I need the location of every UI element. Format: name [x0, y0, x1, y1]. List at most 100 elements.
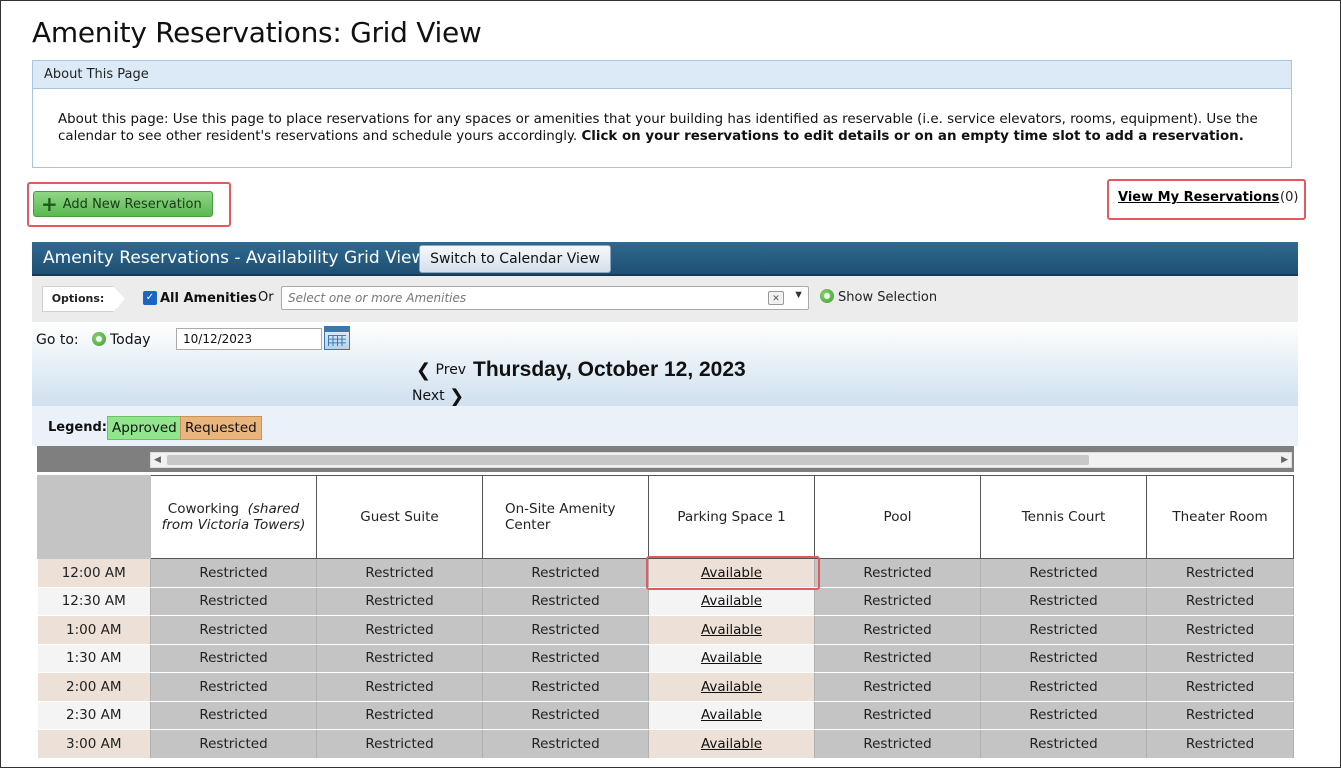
column-header-tennis-court: Tennis Court — [980, 475, 1147, 559]
column-header-amenity-center: On-Site Amenity Center — [482, 475, 649, 559]
available-slot[interactable]: Available — [648, 644, 815, 673]
today-button[interactable]: Today — [92, 332, 151, 348]
restricted-slot: Restricted — [150, 587, 317, 616]
about-header: About This Page — [33, 61, 1291, 89]
table-row: 2:00 AM Restricted Restricted Restricted Ava… — [37, 672, 1294, 702]
legend-approved: Approved — [107, 416, 182, 440]
restricted-slot: Restricted — [980, 615, 1147, 645]
time-slot-label: 1:30 AM — [37, 644, 151, 673]
restricted-slot: Restricted — [482, 644, 649, 673]
available-slot[interactable]: Available — [648, 587, 815, 616]
grid-header-bar: Amenity Reservations - Availability Grid… — [32, 242, 1298, 276]
time-slot-label: 1:00 AM — [37, 615, 151, 645]
time-slot-label: 2:30 AM — [37, 701, 151, 730]
calendar-icon[interactable] — [324, 326, 350, 350]
time-slot-label: 2:00 AM — [37, 672, 151, 702]
available-link[interactable]: Available — [701, 565, 762, 581]
available-slot[interactable]: Available — [648, 558, 815, 588]
restricted-slot: Restricted — [150, 701, 317, 730]
scroll-right-arrow-icon[interactable]: ▶ — [1281, 454, 1288, 465]
available-slot[interactable]: Available — [648, 615, 815, 645]
restricted-slot: Restricted — [482, 615, 649, 645]
restricted-slot: Restricted — [980, 701, 1147, 730]
restricted-slot: Restricted — [150, 558, 317, 588]
options-bar: Options: ✓ All Amenities Or Select one o… — [32, 276, 1298, 322]
table-row: 2:30 AM Restricted Restricted Restricted Ava… — [37, 701, 1294, 730]
switch-to-calendar-button[interactable]: Switch to Calendar View — [419, 245, 611, 273]
refresh-icon — [92, 332, 106, 346]
availability-grid: Coworking (shared from Victoria Towers) … — [37, 475, 1294, 759]
restricted-slot: Restricted — [1146, 558, 1294, 588]
show-selection-button[interactable]: Show Selection — [820, 289, 937, 305]
goto-label: Go to: — [36, 332, 79, 348]
available-link[interactable]: Available — [701, 650, 762, 666]
next-day-button[interactable]: Next ❯ — [412, 386, 464, 407]
prev-label: Prev — [435, 362, 467, 378]
available-slot[interactable]: Available — [648, 729, 815, 759]
refresh-icon — [820, 289, 834, 303]
legend-label: Legend: — [48, 420, 107, 435]
restricted-slot: Restricted — [482, 701, 649, 730]
time-slot-label: 3:00 AM — [37, 729, 151, 759]
scrollbar-thumb[interactable] — [167, 455, 1089, 465]
grid-scroll-band: ◀ ▶ — [37, 446, 1294, 472]
restricted-slot: Restricted — [814, 701, 981, 730]
plus-icon: + — [41, 192, 58, 216]
available-link[interactable]: Available — [701, 679, 762, 695]
restricted-slot: Restricted — [1146, 701, 1294, 730]
restricted-slot: Restricted — [814, 615, 981, 645]
page-title: Amenity Reservations: Grid View — [32, 16, 482, 49]
clear-selection-icon[interactable]: ✕ — [768, 291, 784, 305]
horizontal-scrollbar[interactable]: ◀ ▶ — [150, 452, 1292, 468]
time-slot-label: 12:00 AM — [37, 558, 151, 588]
available-link[interactable]: Available — [701, 707, 762, 723]
options-tag: Options: — [42, 286, 125, 312]
restricted-slot: Restricted — [1146, 615, 1294, 645]
column-header-guest-suite: Guest Suite — [316, 475, 483, 559]
show-selection-label: Show Selection — [838, 290, 938, 305]
amenities-multiselect[interactable]: Select one or more Amenities ✕ ▼ — [281, 286, 809, 310]
about-text: About this page: Use this page to place … — [58, 111, 1268, 145]
date-input[interactable]: 10/12/2023 — [176, 328, 322, 350]
available-slot[interactable]: Available — [648, 672, 815, 702]
restricted-slot: Restricted — [316, 672, 483, 702]
grid-title: Amenity Reservations - Availability Grid… — [43, 248, 426, 268]
restricted-slot: Restricted — [980, 672, 1147, 702]
table-row: 1:00 AM Restricted Restricted Restricted Ava… — [37, 615, 1294, 645]
restricted-slot: Restricted — [316, 729, 483, 759]
restricted-slot: Restricted — [1146, 587, 1294, 616]
add-new-reservation-label: Add New Reservation — [62, 196, 202, 212]
next-label: Next — [412, 388, 445, 404]
column-header-parking-space-1: Parking Space 1 — [648, 475, 815, 559]
restricted-slot: Restricted — [1146, 729, 1294, 759]
restricted-slot: Restricted — [1146, 644, 1294, 673]
legend: Legend: Approved Requested — [32, 406, 1298, 446]
add-new-reservation-button[interactable]: + Add New Reservation — [33, 191, 213, 217]
view-my-reservations-link[interactable]: View My Reservations — [1118, 190, 1279, 205]
column-header-coworking: Coworking (shared from Victoria Towers) — [150, 475, 317, 559]
restricted-slot: Restricted — [980, 644, 1147, 673]
restricted-slot: Restricted — [316, 587, 483, 616]
restricted-slot: Restricted — [150, 615, 317, 645]
restricted-slot: Restricted — [316, 615, 483, 645]
available-slot[interactable]: Available — [648, 701, 815, 730]
chevron-down-icon[interactable]: ▼ — [793, 289, 804, 301]
legend-requested: Requested — [180, 416, 262, 440]
available-link[interactable]: Available — [701, 736, 762, 752]
restricted-slot: Restricted — [814, 587, 981, 616]
table-row: 12:00 AM Restricted Restricted Restricted Av… — [37, 558, 1294, 588]
prev-day-button[interactable]: ❮ Prev — [416, 360, 466, 381]
all-amenities-checkbox[interactable]: ✓ — [143, 291, 157, 305]
about-panel: About This Page About this page: Use thi… — [32, 60, 1292, 168]
available-link[interactable]: Available — [701, 622, 762, 638]
time-slot-label: 12:30 AM — [37, 587, 151, 616]
all-amenities-label: All Amenities — [160, 291, 257, 306]
amenity-header-row: Coworking (shared from Victoria Towers) … — [37, 475, 1294, 559]
grid-corner — [37, 475, 151, 559]
restricted-slot: Restricted — [482, 587, 649, 616]
available-link[interactable]: Available — [701, 593, 762, 609]
restricted-slot: Restricted — [814, 644, 981, 673]
restricted-slot: Restricted — [150, 672, 317, 702]
my-reservations-count: (0) — [1280, 190, 1299, 205]
scroll-left-arrow-icon[interactable]: ◀ — [154, 454, 161, 465]
